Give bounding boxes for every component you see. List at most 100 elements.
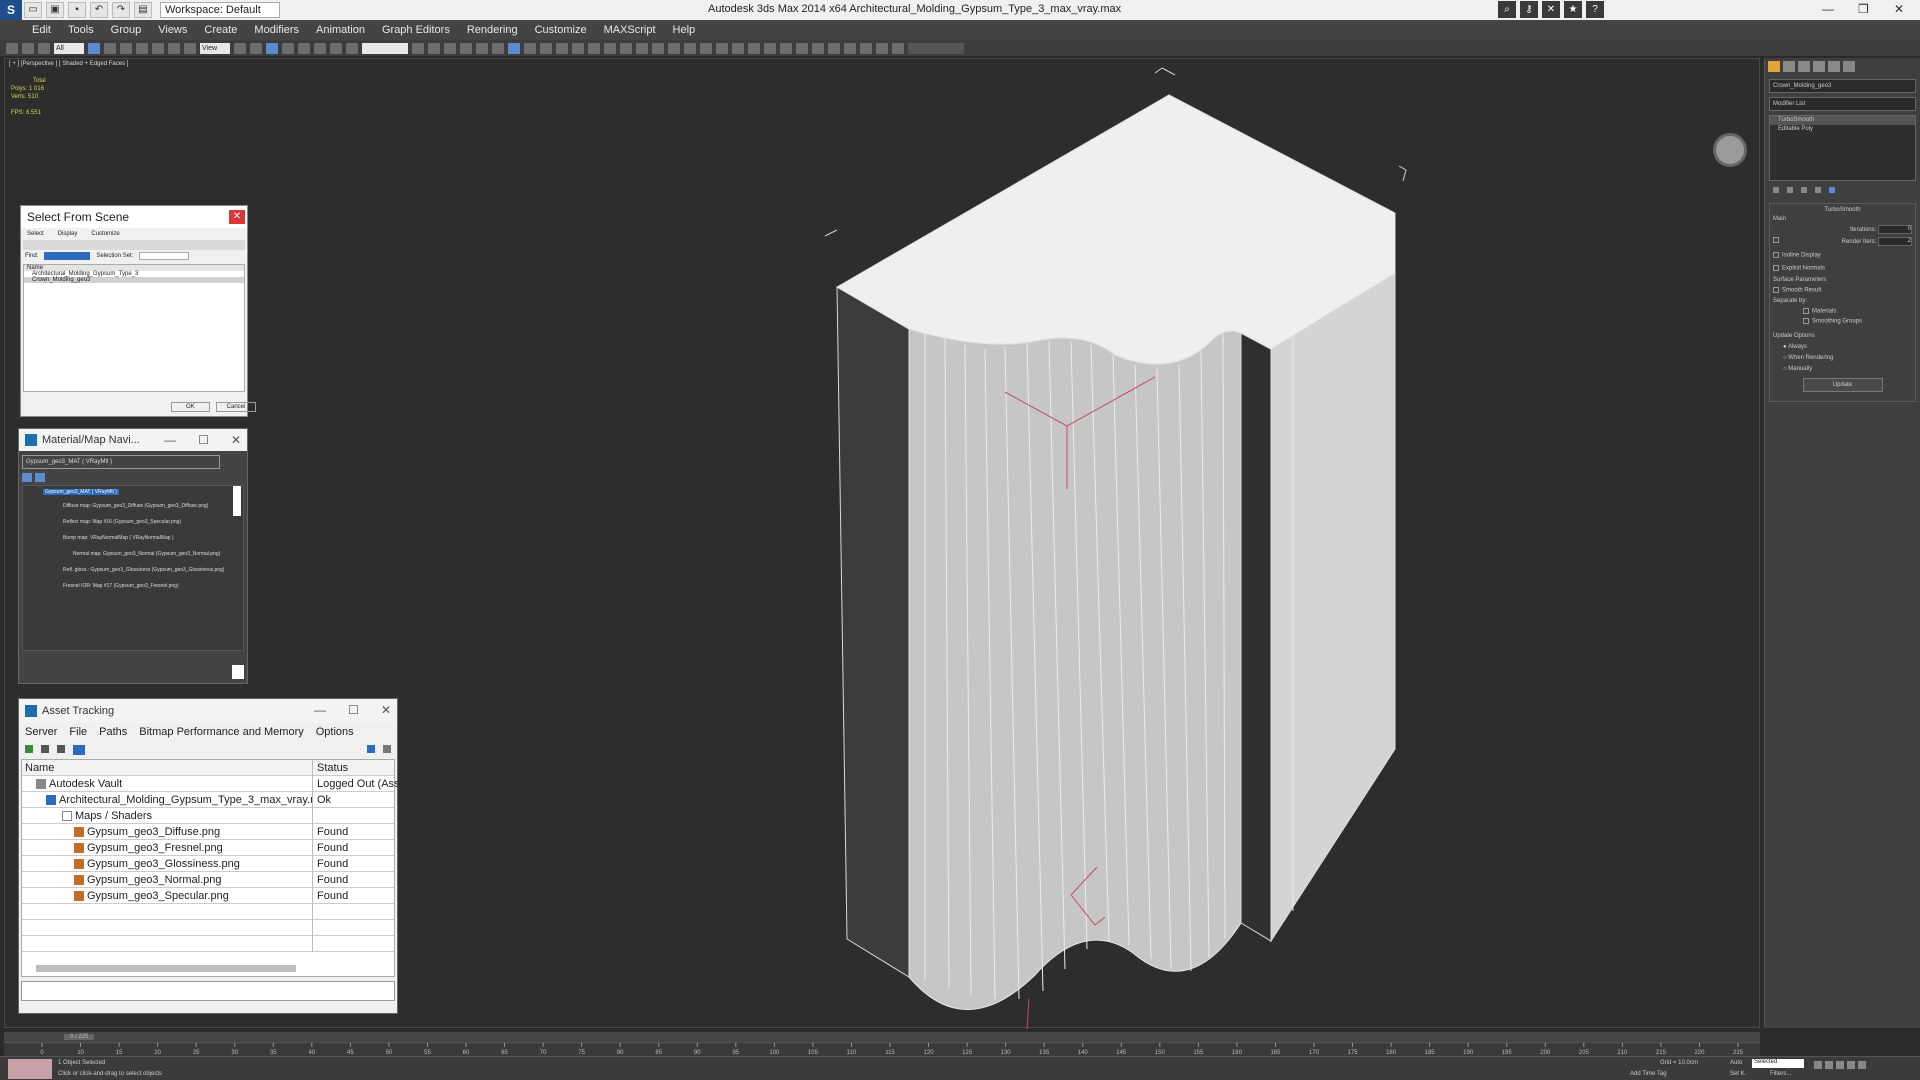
window-crossing-icon[interactable] <box>136 42 148 54</box>
tree-item-map[interactable]: Fresnel IOR: Map #17 (Gypsum_geo3_Fresne… <box>23 578 243 594</box>
star-icon[interactable]: ★ <box>1564 1 1582 18</box>
menu-customize[interactable]: Customize <box>535 24 587 36</box>
table-row[interactable]: Gypsum_geo3_Fresnel.png Found <box>22 840 394 856</box>
time-slider-frame[interactable]: 0 / 225 <box>64 1034 95 1040</box>
render-iters-checkbox[interactable] <box>1773 237 1779 243</box>
menu-file[interactable]: File <box>69 726 87 738</box>
minimize-icon[interactable]: — <box>314 703 326 717</box>
close-icon[interactable]: ✕ <box>1894 2 1904 16</box>
app-logo-icon[interactable]: S <box>0 0 22 20</box>
menu-server[interactable]: Server <box>25 726 57 738</box>
explicit-normals-checkbox[interactable] <box>1773 264 1779 271</box>
display-tab-icon[interactable] <box>1828 61 1840 72</box>
configure-sets-icon[interactable] <box>1829 187 1835 193</box>
smooth-result-checkbox[interactable] <box>1773 287 1779 294</box>
column-name[interactable]: Name <box>22 760 313 776</box>
minimize-icon[interactable]: — <box>1822 2 1834 16</box>
project-folder-icon[interactable]: ▤ <box>134 2 152 18</box>
key-filter-dropdown[interactable]: Selected <box>1752 1059 1804 1068</box>
select-scale-icon[interactable] <box>184 42 196 54</box>
select-manipulate-icon[interactable] <box>250 42 262 54</box>
pivot-center-icon[interactable] <box>234 42 246 54</box>
table-view-icon[interactable] <box>73 745 85 755</box>
material-name-field[interactable]: Gypsum_geo3_MAT ( VRayMtl ) <box>22 455 220 469</box>
materials-checkbox[interactable] <box>1803 307 1809 314</box>
filters-button[interactable]: Filters... <box>1770 1071 1791 1077</box>
iterations-spinner[interactable]: 0 <box>1878 225 1912 234</box>
scene-explorer-icon[interactable] <box>844 42 856 54</box>
update-button[interactable]: Update <box>1802 377 1883 392</box>
table-row[interactable]: Architectural_Molding_Gypsum_Type_3_max_… <box>22 792 394 808</box>
select-rotate-icon[interactable] <box>168 42 180 54</box>
mirror-icon[interactable] <box>412 42 424 54</box>
menu-bitmap-performance[interactable]: Bitmap Performance and Memory <box>139 726 303 738</box>
minimize-icon[interactable]: — <box>164 433 176 447</box>
table-row[interactable]: Gypsum_geo3_Specular.png Found <box>22 888 394 904</box>
viewcube-icon[interactable] <box>1713 133 1747 167</box>
named-selection-sets-dropdown[interactable] <box>362 42 408 54</box>
time-slider[interactable]: 0 / 225 <box>4 1032 1760 1042</box>
render-setup-icon[interactable] <box>524 42 536 54</box>
close-icon[interactable]: ✕ <box>229 210 245 224</box>
angle-snap-icon[interactable] <box>298 42 310 54</box>
menu-rendering[interactable]: Rendering <box>467 24 518 36</box>
sfs-menu-customize[interactable]: Customize <box>91 231 119 237</box>
vray-vfb-icon[interactable] <box>700 42 712 54</box>
close-icon[interactable]: ✕ <box>231 433 241 447</box>
select-move-icon[interactable] <box>152 42 164 54</box>
maxscript-listener-icon[interactable] <box>8 1059 52 1079</box>
tree-item-map[interactable]: Refl. gloss.: Gypsum_geo3_Glossiness (Gy… <box>23 562 243 578</box>
vray-dome-icon[interactable] <box>620 42 632 54</box>
menu-help[interactable]: Help <box>673 24 696 36</box>
table-row[interactable]: Maps / Shaders <box>22 808 394 824</box>
spinner-snap-icon[interactable] <box>330 42 342 54</box>
add-time-tag-button[interactable]: Add Time Tag <box>1630 1071 1667 1077</box>
motion-tab-icon[interactable] <box>1813 61 1825 72</box>
scrollbar[interactable] <box>233 486 241 516</box>
restore-icon[interactable]: ❐ <box>1858 2 1869 16</box>
selection-filter-dropdown[interactable]: All <box>54 42 84 54</box>
edit-named-selection-icon[interactable] <box>346 42 358 54</box>
set-key-button[interactable]: Set K. <box>1730 1071 1746 1077</box>
vray-lister-icon[interactable] <box>764 42 776 54</box>
undo-icon[interactable]: ↶ <box>90 2 108 18</box>
menu-modifiers[interactable]: Modifiers <box>254 24 299 36</box>
vray-settings-icon[interactable] <box>812 42 824 54</box>
container-icon[interactable] <box>860 42 872 54</box>
menu-create[interactable]: Create <box>204 24 237 36</box>
make-unique-icon[interactable] <box>1801 187 1807 193</box>
exchange-icon[interactable]: ✕ <box>1542 1 1560 18</box>
tree-item-map[interactable]: Bump map: VRayNormalMap ( VRayNormalMap … <box>23 530 243 546</box>
binoculars-icon[interactable]: ⌕ <box>1498 1 1516 18</box>
vray-camera-icon[interactable] <box>732 42 744 54</box>
object-name-field[interactable]: Crown_Molding_geo3 <box>1769 79 1916 93</box>
keyboard-shortcut-override-icon[interactable] <box>266 42 278 54</box>
menu-paths[interactable]: Paths <box>99 726 127 738</box>
menu-group[interactable]: Group <box>111 24 142 36</box>
table-row[interactable]: Gypsum_geo3_Normal.png Found <box>22 872 394 888</box>
new-file-icon[interactable]: ▭ <box>24 2 42 18</box>
selection-set-dropdown[interactable] <box>139 252 190 260</box>
help-icon[interactable]: ? <box>1586 1 1604 18</box>
unlink-icon[interactable] <box>22 42 34 54</box>
schematic-view-icon[interactable] <box>492 42 504 54</box>
reference-coordinate-dropdown[interactable]: View <box>200 42 230 54</box>
select-by-name-icon[interactable] <box>104 42 116 54</box>
prev-frame-icon[interactable] <box>1825 1061 1833 1069</box>
track-bar[interactable]: 0 10 15 20 25 30 35 40 45 50 55 60 65 70 75 80 85 90 95 100… <box>4 1042 1760 1056</box>
column-status[interactable]: Status <box>314 760 398 776</box>
goto-end-icon[interactable] <box>1858 1061 1866 1069</box>
render-iters-spinner[interactable]: 2 <box>1878 237 1912 246</box>
utilities-tab-icon[interactable] <box>1843 61 1855 72</box>
isolate-icon[interactable] <box>876 42 888 54</box>
extra-toolbar-dropdown[interactable] <box>908 42 964 54</box>
menu-maxscript[interactable]: MAXScript <box>604 24 656 36</box>
graphite-ribbon-icon[interactable] <box>460 42 472 54</box>
goto-start-icon[interactable] <box>1814 1061 1822 1069</box>
modifier-list-dropdown[interactable]: Modifier List <box>1769 97 1916 111</box>
rectangular-selection-icon[interactable] <box>120 42 132 54</box>
bind-space-warp-icon[interactable] <box>38 42 50 54</box>
vray-material-icon[interactable] <box>748 42 760 54</box>
menu-views[interactable]: Views <box>158 24 187 36</box>
help-icon[interactable] <box>367 745 375 753</box>
